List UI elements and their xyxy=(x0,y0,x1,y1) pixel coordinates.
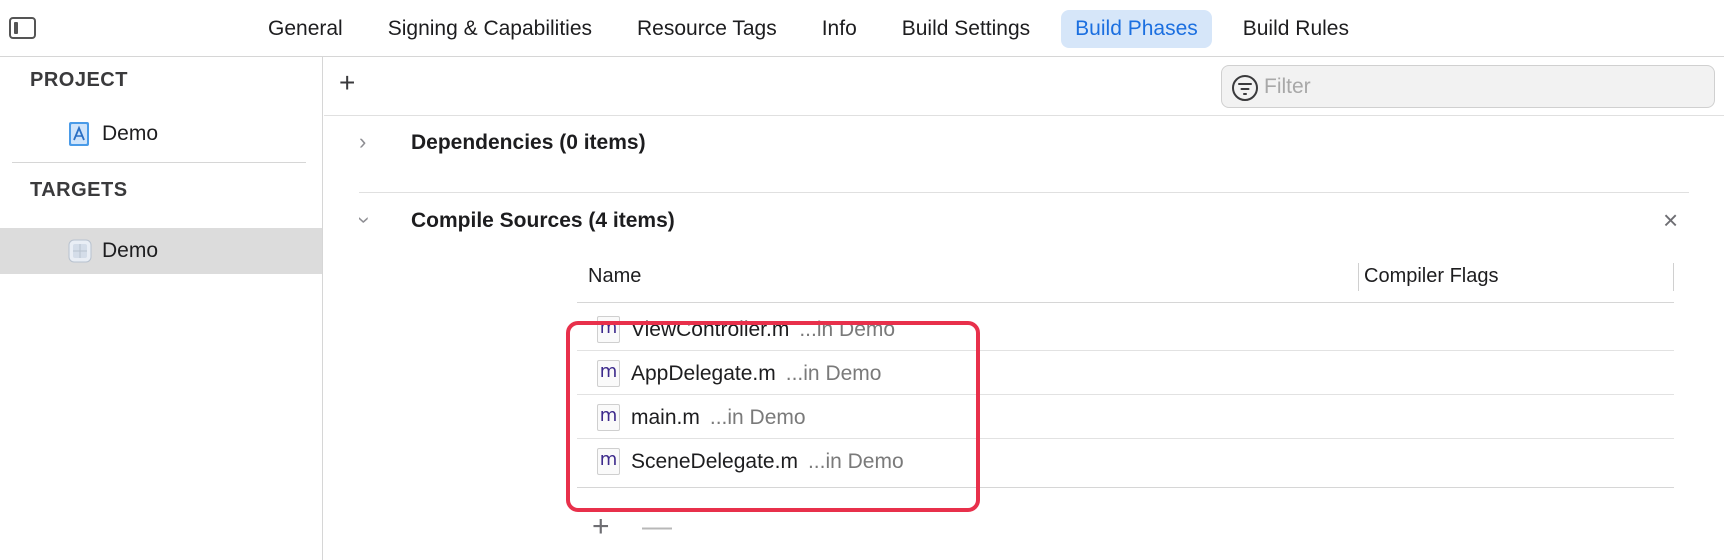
tab-build-phases[interactable]: Build Phases xyxy=(1061,10,1212,48)
file-name-text: AppDelegate.m xyxy=(631,362,776,385)
table-row[interactable]: m AppDelegate.m ...in Demo xyxy=(577,351,1674,395)
file-path: ...in Demo xyxy=(785,362,882,385)
add-file-button[interactable]: + xyxy=(592,512,610,542)
table-row[interactable]: m main.m ...in Demo xyxy=(577,395,1674,439)
column-separator xyxy=(1673,263,1674,291)
filter-input[interactable] xyxy=(1264,74,1694,100)
sidebar-item-label: Demo xyxy=(102,239,159,262)
objc-file-icon: m xyxy=(597,316,620,343)
add-build-phase-button[interactable]: + xyxy=(339,69,355,97)
sidebar-item-target-demo[interactable]: Demo xyxy=(0,228,322,274)
tab-info[interactable]: Info xyxy=(808,10,871,48)
table-row[interactable]: m SceneDelegate.m ...in Demo xyxy=(577,439,1674,483)
sidebar-item-project-demo[interactable]: Demo xyxy=(0,111,322,157)
file-name-text: SceneDelegate.m xyxy=(631,450,798,473)
chevron-right-icon[interactable]: › xyxy=(359,131,366,153)
file-name: SceneDelegate.m ...in Demo xyxy=(631,450,904,474)
objc-file-icon: m xyxy=(597,448,620,475)
file-name-text: ViewController.m xyxy=(631,318,790,341)
xcodeproj-icon xyxy=(69,122,89,146)
close-icon[interactable]: × xyxy=(1663,207,1678,233)
file-path: ...in Demo xyxy=(709,406,806,429)
filter-icon xyxy=(1232,75,1258,101)
objc-file-icon: m xyxy=(597,360,620,387)
chevron-down-icon[interactable]: › xyxy=(353,216,378,223)
phase-title: Dependencies (0 items) xyxy=(411,131,646,154)
filter-field[interactable] xyxy=(1221,65,1715,108)
project-navigator-sidebar: PROJECT Demo TARGETS Demo xyxy=(0,57,323,560)
tab-general[interactable]: General xyxy=(254,10,357,48)
project-section-header: PROJECT xyxy=(30,69,128,91)
table-row[interactable]: m ViewController.m ...in Demo xyxy=(577,307,1674,351)
editor-tabs: General Signing & Capabilities Resource … xyxy=(254,9,1380,49)
column-header-compiler-flags[interactable]: Compiler Flags xyxy=(1364,265,1498,288)
phase-dependencies[interactable]: › Dependencies (0 items) xyxy=(359,123,1689,163)
table-header-divider xyxy=(577,302,1674,303)
build-phases-editor: + › Dependencies (0 items) › Compile Sou… xyxy=(324,57,1724,560)
phase-title: Compile Sources (4 items) xyxy=(411,209,675,232)
file-name: main.m ...in Demo xyxy=(631,406,806,430)
phase-divider xyxy=(359,192,1689,193)
sidebar-item-label: Demo xyxy=(102,122,159,145)
phase-compile-sources[interactable]: › Compile Sources (4 items) × xyxy=(353,201,1689,241)
remove-file-button[interactable]: — xyxy=(642,512,672,542)
sidebar-divider xyxy=(12,162,306,163)
sidebar-toggle-icon[interactable] xyxy=(9,17,36,39)
file-path: ...in Demo xyxy=(799,318,896,341)
table-bottom-divider xyxy=(577,487,1674,488)
file-path: ...in Demo xyxy=(807,450,904,473)
column-header-name[interactable]: Name xyxy=(588,265,641,288)
targets-section-header: TARGETS xyxy=(30,179,128,201)
app-target-icon xyxy=(68,239,92,263)
column-separator xyxy=(1358,263,1359,291)
tab-signing-capabilities[interactable]: Signing & Capabilities xyxy=(374,10,606,48)
file-name-text: main.m xyxy=(631,406,700,429)
file-name: AppDelegate.m ...in Demo xyxy=(631,362,881,386)
tab-build-settings[interactable]: Build Settings xyxy=(888,10,1044,48)
toolbar-divider xyxy=(324,115,1724,116)
tab-build-rules[interactable]: Build Rules xyxy=(1229,10,1363,48)
tab-resource-tags[interactable]: Resource Tags xyxy=(623,10,791,48)
file-name: ViewController.m ...in Demo xyxy=(631,318,895,342)
objc-file-icon: m xyxy=(597,404,620,431)
top-tab-bar: General Signing & Capabilities Resource … xyxy=(0,0,1724,57)
